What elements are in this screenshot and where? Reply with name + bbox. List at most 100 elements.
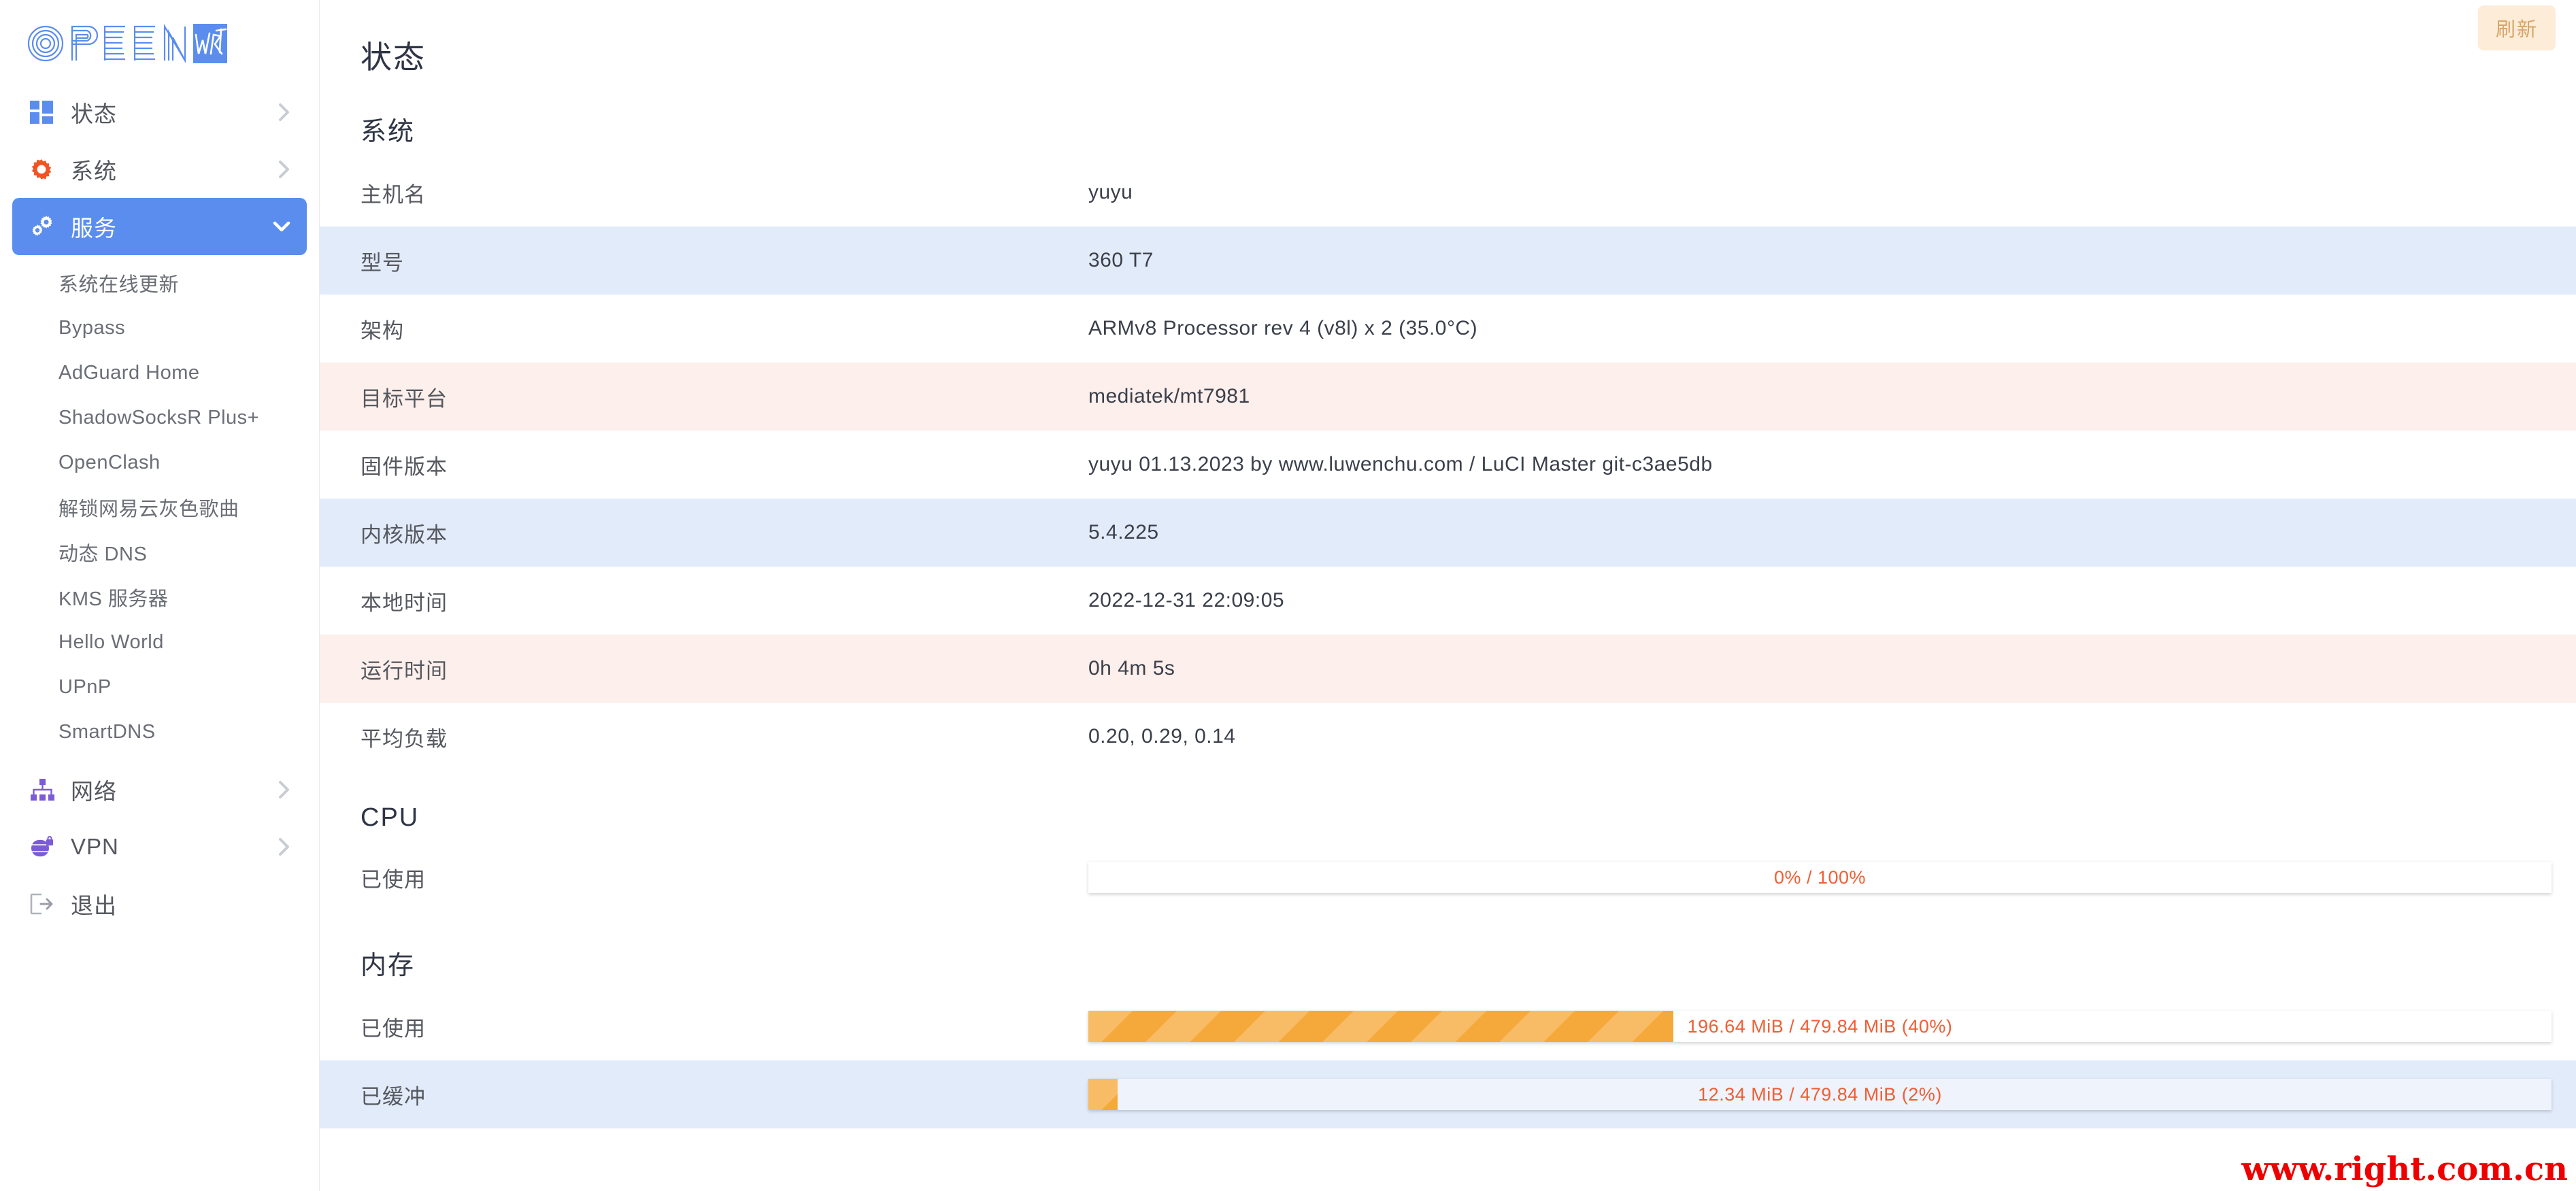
submenu-item-label: Bypass [58, 316, 126, 339]
row-label: 已使用 [361, 1016, 426, 1041]
gears-icon [30, 215, 61, 238]
progress-bar-label: 196.64 MiB / 479.84 MiB (40%) [1687, 1016, 1953, 1037]
sitemap-icon [30, 779, 61, 801]
cpu-rows: 已使用 0% / 100% [320, 843, 2576, 911]
row-label: 运行时间 [361, 658, 448, 683]
page-root: 状态 系统 服务 系统在线更新 Bypass AdGuard Home Shad… [0, 0, 2576, 1191]
chevron-right-icon [277, 779, 292, 800]
table-row: 平均负载 0.20, 0.29, 0.14 [320, 703, 2576, 771]
sidebar-item-label: 网络 [71, 779, 117, 804]
progress-bar: 12.34 MiB / 479.84 MiB (2%) [1088, 1079, 2552, 1110]
submenu-item-smartdns[interactable]: SmartDNS [0, 709, 319, 754]
memory-rows: 已使用 196.64 MiB / 479.84 MiB (40%) 已缓冲 12… [320, 992, 2576, 1128]
table-row: 内核版本 5.4.225 [320, 499, 2576, 567]
submenu-item-kms-server[interactable]: KMS 服务器 [0, 575, 319, 620]
submenu-item-label: ShadowSocksR Plus+ [58, 406, 260, 429]
submenu-item-label: 系统在线更新 [58, 274, 180, 296]
watermark: www.right.com.cn [2241, 1150, 2568, 1188]
globe-lock-icon [30, 835, 61, 858]
row-value: 0.20, 0.29, 0.14 [1088, 725, 1236, 748]
submenu-item-label: AdGuard Home [58, 361, 200, 384]
row-value: yuyu 01.13.2023 by www.luwenchu.com / Lu… [1088, 453, 1713, 475]
table-row: 型号 360 T7 [320, 227, 2576, 295]
table-row: 固件版本 yuyu 01.13.2023 by www.luwenchu.com… [320, 431, 2576, 499]
submenu-item-label: 解锁网易云灰色歌曲 [58, 499, 239, 520]
row-label: 已使用 [361, 867, 426, 892]
refresh-button[interactable]: 刷新 [2477, 5, 2556, 50]
row-label: 内核版本 [361, 522, 448, 547]
table-row: 已使用 196.64 MiB / 479.84 MiB (40%) [320, 992, 2576, 1060]
gear-icon [30, 158, 61, 181]
sidebar-item-system[interactable]: 系统 [12, 141, 307, 198]
submenu-item-label: OpenClash [58, 451, 161, 473]
row-value: 2022-12-31 22:09:05 [1088, 589, 1285, 611]
main-content: 刷新 状态 系统 主机名 yuyu 型号 360 T7 架构 ARMv8 Pro… [320, 0, 2576, 1191]
submenu-item-system-online-update[interactable]: 系统在线更新 [0, 261, 319, 305]
row-label: 平均负载 [361, 726, 448, 751]
openwrt-logo [24, 22, 229, 65]
row-value: 0h 4m 5s [1088, 657, 1175, 680]
brand-logo[interactable] [0, 0, 319, 71]
submenu-item-label: Hello World [58, 631, 164, 653]
chevron-right-icon [277, 837, 292, 857]
sidebar-item-vpn[interactable]: VPN [12, 818, 307, 875]
row-label: 主机名 [361, 182, 426, 207]
sidebar-item-network[interactable]: 网络 [12, 761, 307, 818]
services-submenu: 系统在线更新 Bypass AdGuard Home ShadowSocksR … [0, 255, 319, 761]
submenu-item-bypass[interactable]: Bypass [0, 305, 319, 350]
row-label: 型号 [361, 250, 404, 275]
sidebar-nav: 状态 系统 服务 系统在线更新 Bypass AdGuard Home Shad… [0, 71, 319, 933]
row-label: 固件版本 [361, 454, 448, 479]
submenu-item-adguard-home[interactable]: AdGuard Home [0, 350, 319, 395]
chevron-right-icon [277, 159, 292, 180]
table-row: 已缓冲 12.34 MiB / 479.84 MiB (2%) [320, 1060, 2576, 1128]
page-title: 状态 [361, 39, 426, 75]
table-row: 架构 ARMv8 Processor rev 4 (v8l) x 2 (35.0… [320, 295, 2576, 363]
submenu-item-openclash[interactable]: OpenClash [0, 440, 319, 485]
row-value: 360 T7 [1088, 249, 1154, 271]
submenu-item-netease-unlock[interactable]: 解锁网易云灰色歌曲 [0, 485, 319, 530]
progress-bar: 0% / 100% [1088, 862, 2552, 893]
openwrt-logo-svg [27, 23, 227, 63]
row-value: ARMv8 Processor rev 4 (v8l) x 2 (35.0°C) [1088, 317, 1478, 339]
submenu-item-label: UPnP [58, 675, 112, 698]
table-row: 运行时间 0h 4m 5s [320, 635, 2576, 703]
row-label: 架构 [361, 318, 404, 343]
section-title-memory: 内存 [361, 952, 416, 980]
table-row: 已使用 0% / 100% [320, 843, 2576, 911]
submenu-item-label: 动态 DNS [58, 543, 148, 565]
progress-bar: 196.64 MiB / 479.84 MiB (40%) [1088, 1011, 2552, 1042]
system-rows: 主机名 yuyu 型号 360 T7 架构 ARMv8 Processor re… [320, 158, 2576, 771]
sidebar-item-label: 状态 [71, 101, 117, 127]
cpu-usage-bar-cell: 0% / 100% [1088, 862, 2576, 893]
progress-bar-label: 12.34 MiB / 479.84 MiB (2%) [1698, 1084, 1942, 1105]
row-value: mediatek/mt7981 [1088, 385, 1250, 407]
memory-used-bar-cell: 196.64 MiB / 479.84 MiB (40%) [1088, 1011, 2576, 1042]
sidebar-item-services[interactable]: 服务 [12, 198, 307, 255]
section-title-system: 系统 [361, 118, 416, 146]
row-value: 5.4.225 [1088, 521, 1159, 543]
sidebar-item-status[interactable]: 状态 [12, 84, 307, 141]
progress-bar-label: 0% / 100% [1773, 867, 1867, 888]
chevron-down-icon [271, 219, 292, 234]
table-row: 目标平台 mediatek/mt7981 [320, 363, 2576, 431]
sidebar-item-label: 服务 [71, 216, 117, 241]
sidebar-item-label: VPN [71, 834, 119, 859]
submenu-item-upnp[interactable]: UPnP [0, 665, 319, 709]
submenu-item-dynamic-dns[interactable]: 动态 DNS [0, 530, 319, 575]
submenu-item-hello-world[interactable]: Hello World [0, 620, 319, 665]
logout-icon [30, 893, 61, 915]
section-title-cpu: CPU [361, 803, 420, 832]
row-label: 已缓冲 [361, 1084, 426, 1109]
table-row: 主机名 yuyu [320, 158, 2576, 227]
chevron-right-icon [277, 102, 292, 122]
submenu-item-label: SmartDNS [58, 720, 156, 743]
grid-icon [30, 101, 61, 124]
sidebar-item-logout[interactable]: 退出 [12, 875, 307, 933]
memory-buffered-bar-cell: 12.34 MiB / 479.84 MiB (2%) [1088, 1079, 2576, 1110]
row-label: 目标平台 [361, 386, 448, 411]
table-row: 本地时间 2022-12-31 22:09:05 [320, 567, 2576, 635]
row-label: 本地时间 [361, 590, 448, 615]
sidebar-item-label: 系统 [71, 158, 117, 184]
submenu-item-shadowsocksr-plus[interactable]: ShadowSocksR Plus+ [0, 395, 319, 440]
